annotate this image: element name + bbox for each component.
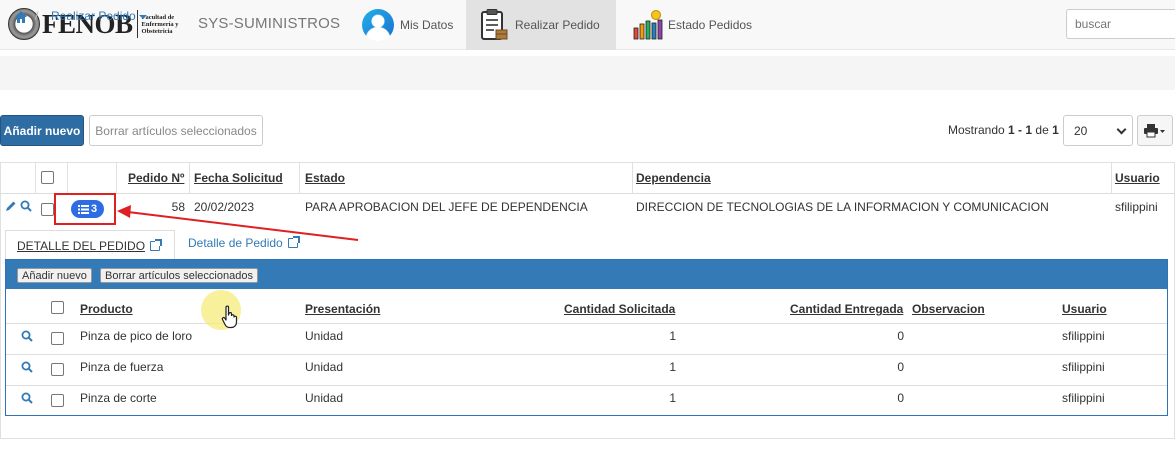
detail-select-all-checkbox[interactable]	[51, 301, 64, 314]
cell-producto: Pinza de fuerza	[80, 360, 164, 374]
breadcrumb-realizar-pedido[interactable]: Realizar Pedido	[51, 9, 147, 23]
header-fecha-solicitud[interactable]: Fecha Solicitud	[194, 162, 283, 194]
search-input[interactable]	[1066, 9, 1175, 39]
pagination-total: 1	[1052, 123, 1059, 137]
header-detail-usuario[interactable]: Usuario	[1062, 302, 1107, 316]
nav-item-label: Estado Pedidos	[668, 18, 753, 32]
cell-cantidad-solicitada: 1	[669, 329, 676, 343]
cell-estado: PARA APROBACION DEL JEFE DE DEPENDENCIA	[305, 200, 588, 214]
row-select-checkbox[interactable]	[51, 394, 64, 407]
cell-cantidad-entregada: 0	[897, 329, 904, 343]
pagination-summary: Mostrando 1 - 1 de 1	[948, 123, 1059, 137]
tab-label: Detalle de Pedido	[188, 236, 283, 250]
view-magnifier-icon[interactable]	[21, 361, 33, 373]
tab-label: DETALLE DEL PEDIDO	[17, 238, 146, 253]
pagination-from: 1	[1008, 123, 1015, 137]
row-select-checkbox[interactable]	[41, 203, 54, 216]
row-divider	[6, 354, 1167, 355]
delete-selected-button[interactable]: Borrar artículos seleccionados	[89, 115, 263, 146]
edit-pencil-icon[interactable]	[5, 200, 17, 212]
external-link-icon	[150, 238, 163, 251]
cell-presentacion: Unidad	[305, 329, 344, 343]
cell-usuario: sfilippini	[1062, 360, 1105, 374]
clipboard-order-icon	[481, 9, 508, 40]
chevron-down-icon	[1116, 124, 1127, 135]
cell-usuario: sfilippini	[1062, 329, 1105, 343]
status-chart-icon	[633, 10, 663, 40]
header-cantidad-entregada[interactable]: Cantidad Entregada	[790, 302, 903, 316]
cell-pedido-no: 58	[171, 200, 185, 214]
logo-subtitle-line: Enfermería y	[141, 20, 179, 28]
column-divider	[189, 162, 190, 194]
nav-item-mis-datos[interactable]: Mis Datos	[356, 0, 464, 50]
header-presentacion[interactable]: Presentación	[305, 302, 380, 316]
pagination-text: de	[1032, 123, 1053, 137]
view-magnifier-icon[interactable]	[21, 330, 33, 342]
detail-header-divider	[6, 323, 1167, 324]
add-new-button[interactable]: Añadir nuevo	[0, 115, 84, 146]
logo-subtitle-line: Facultad de	[141, 13, 175, 21]
header-observacion[interactable]: Observacion	[912, 302, 985, 316]
pagination-sep: -	[1014, 123, 1026, 137]
column-divider	[116, 162, 117, 194]
column-divider	[67, 162, 68, 194]
column-divider	[1111, 162, 1112, 194]
column-divider	[299, 162, 300, 194]
nav-item-label: Realizar Pedido	[515, 18, 600, 32]
header-usuario[interactable]: Usuario	[1115, 162, 1160, 194]
page-size-select[interactable]: 20	[1063, 115, 1133, 146]
select-all-checkbox[interactable]	[41, 171, 54, 184]
breadcrumb-label: Realizar Pedido	[51, 9, 136, 23]
header-estado[interactable]: Estado	[305, 162, 345, 194]
nav-item-estado-pedidos[interactable]: Estado Pedidos	[628, 0, 768, 50]
column-divider	[632, 162, 633, 194]
cell-cantidad-solicitada: 1	[669, 360, 676, 374]
breadcrumb	[0, 56, 1175, 90]
detail-delete-selected-button[interactable]: Borrar artículos seleccionados	[100, 268, 258, 283]
header-dependencia[interactable]: Dependencia	[636, 162, 711, 194]
cell-producto: Pinza de pico de loro	[80, 329, 193, 343]
view-magnifier-icon[interactable]	[20, 200, 32, 212]
row-select-checkbox[interactable]	[51, 332, 64, 345]
tab-detalle-del-pedido[interactable]: DETALLE DEL PEDIDO	[5, 230, 175, 260]
cell-cantidad-entregada: 0	[897, 360, 904, 374]
tab-detalle-de-pedido[interactable]: Detalle de Pedido	[188, 236, 300, 250]
cell-fecha: 20/02/2023	[194, 200, 255, 214]
cell-producto: Pinza de corte	[80, 391, 157, 405]
app-brand-title[interactable]: SYS-SUMINISTROS	[198, 15, 340, 32]
annotation-highlight-box	[54, 193, 116, 225]
printer-icon	[1144, 123, 1165, 137]
print-menu-button[interactable]	[1137, 115, 1173, 146]
external-link-icon	[287, 236, 300, 248]
caret-down-icon	[138, 14, 147, 19]
cell-presentacion: Unidad	[305, 360, 344, 374]
header-producto[interactable]: Producto	[80, 302, 133, 316]
logo-subtitle-line: Obstetricia	[141, 27, 173, 35]
cell-usuario: sfilippini	[1062, 391, 1105, 405]
hand-pointer-icon	[221, 305, 238, 329]
cell-dependencia: DIRECCION DE TECNOLOGIAS DE LA INFORMACI…	[636, 200, 1049, 214]
cell-presentacion: Unidad	[305, 391, 344, 405]
cell-usuario: sfilippini	[1115, 200, 1158, 214]
logo-subtitle: Facultad de Enfermería y Obstetricia	[142, 14, 186, 35]
home-icon[interactable]	[14, 10, 28, 24]
nav-item-label: Mis Datos	[400, 18, 454, 32]
detail-add-button[interactable]: Añadir nuevo	[17, 268, 92, 283]
column-divider	[35, 162, 36, 194]
user-avatar-icon	[362, 9, 394, 41]
breadcrumb-separator: /	[35, 9, 39, 23]
page-size-value: 20	[1074, 123, 1088, 138]
cell-cantidad-entregada: 0	[897, 391, 904, 405]
view-magnifier-icon[interactable]	[21, 392, 33, 404]
header-pedido-no[interactable]: Pedido Nº	[128, 162, 184, 194]
row-divider	[6, 385, 1167, 386]
header-cantidad-solicitada[interactable]: Cantidad Solicitada	[564, 302, 675, 316]
cell-cantidad-solicitada: 1	[669, 391, 676, 405]
pagination-text: Mostrando	[948, 123, 1009, 137]
row-select-checkbox[interactable]	[51, 363, 64, 376]
nav-item-realizar-pedido[interactable]: Realizar Pedido	[466, 0, 616, 50]
